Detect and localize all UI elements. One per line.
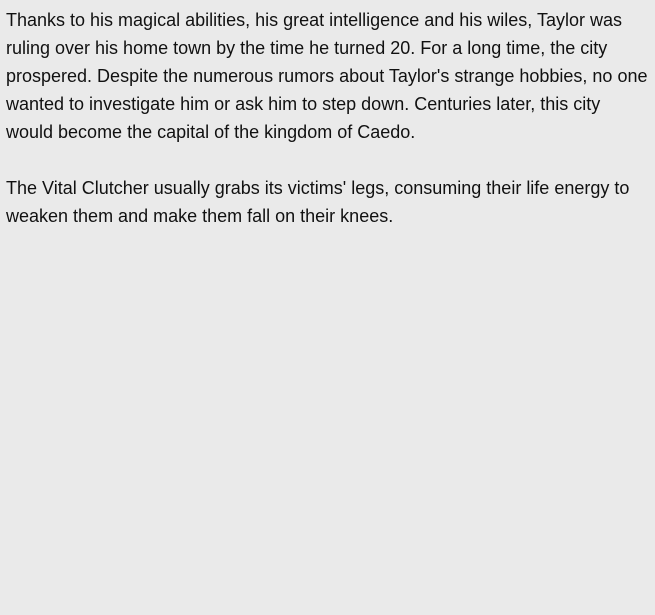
text-content: Thanks to his magical abilities, his gre… [0,0,655,615]
paragraph-taylor: Thanks to his magical abilities, his gre… [6,10,648,142]
paragraph-vital-clutcher: The Vital Clutcher usually grabs its vic… [6,178,630,226]
